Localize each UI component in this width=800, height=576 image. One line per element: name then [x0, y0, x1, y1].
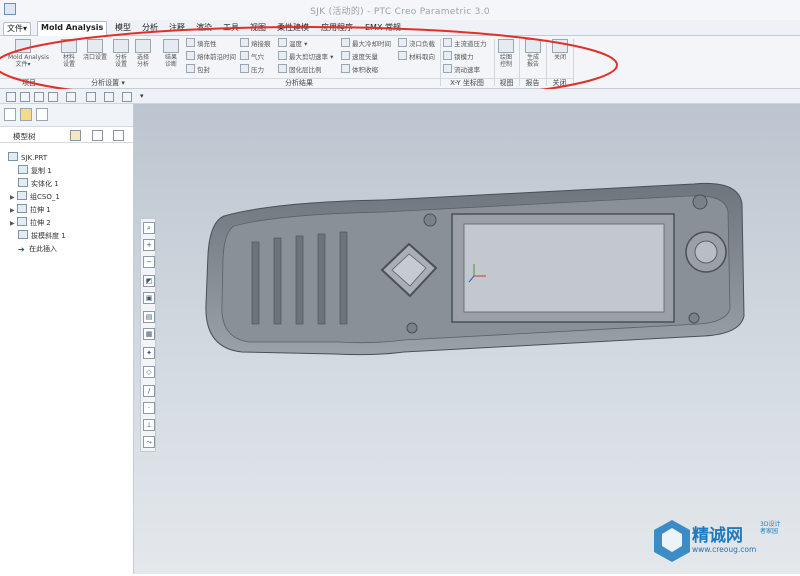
window-title: SJK (活动的) - PTC Creo Parametric 3.0 [310, 7, 490, 17]
tree-item-root[interactable]: SJK.PRT [8, 152, 47, 164]
model-tree-tab-icon[interactable] [4, 108, 16, 121]
view-toolbar: ⌕ + − ◩ ▣ ▤ ▦ ✦ ◇ / · ⊥ ⤳ [140, 218, 156, 452]
csys-display-icon[interactable]: ⊥ [143, 419, 155, 431]
regenerate-icon[interactable] [86, 92, 96, 102]
display-style-icon[interactable]: ▣ [143, 292, 155, 304]
save-icon[interactable] [34, 92, 44, 102]
expand-arrow-icon[interactable]: ▶ [10, 205, 17, 217]
redo-icon[interactable] [66, 92, 76, 102]
filter-icon[interactable] [113, 130, 124, 141]
spin-center-icon[interactable]: ⤳ [143, 436, 155, 448]
watermark-url: www.creoug.com [692, 545, 757, 554]
part-icon [8, 152, 18, 161]
expand-arrow-icon[interactable]: ▶ [10, 192, 17, 204]
repaint-icon[interactable]: ◩ [143, 275, 155, 287]
refit-icon[interactable]: ⌕ [143, 222, 155, 234]
part-model [205, 182, 745, 356]
window-opening [463, 223, 665, 313]
rib [295, 235, 304, 325]
perspective-icon[interactable]: ✦ [143, 347, 155, 359]
rib [273, 237, 282, 325]
customize-dropdown-icon[interactable]: ▾ [140, 92, 148, 100]
expand-arrow-icon[interactable]: ▶ [10, 218, 17, 230]
extrude-icon [17, 204, 27, 213]
tree-item-label: 组CSO_1 [30, 193, 60, 201]
watermark-brand: 精诚网 [692, 526, 743, 546]
windows-icon[interactable] [104, 92, 114, 102]
boss [688, 312, 700, 324]
extrude-icon [17, 217, 27, 226]
quick-access-toolbar: ▾ [0, 89, 800, 104]
tree-item-solidify[interactable]: 实体化 1 [18, 178, 59, 190]
rib [317, 233, 326, 325]
show-icon[interactable] [92, 130, 103, 141]
solidify-icon [18, 178, 28, 187]
boss [423, 213, 437, 227]
model-tree-title: 模型树 [13, 132, 36, 141]
undo-icon[interactable] [48, 92, 58, 102]
tree-item-extrude-2[interactable]: ▶ 拉伸 2 [10, 217, 51, 229]
graphics-viewport[interactable] [134, 104, 800, 574]
boss [692, 194, 708, 210]
tree-item-extrude-1[interactable]: ▶ 拉伸 1 [10, 204, 51, 216]
datum-axes-icon[interactable]: / [143, 385, 155, 397]
speaker-port-inner [694, 240, 718, 264]
saved-views-icon[interactable]: ▤ [143, 311, 155, 323]
insert-arrow-icon: ➜ [18, 245, 25, 254]
tree-item-label: 实体化 1 [31, 180, 59, 188]
settings-icon[interactable] [70, 130, 81, 141]
folder-browser-tab-icon[interactable] [20, 108, 32, 121]
tree-item-label: 拔模斜度 1 [31, 232, 66, 240]
boss [406, 322, 418, 334]
tree-item-label: SJK.PRT [21, 154, 48, 162]
zoom-in-icon[interactable]: + [143, 239, 155, 251]
tree-item-label: 复制 1 [31, 167, 52, 175]
copy-feature-icon [18, 165, 28, 174]
zoom-out-icon[interactable]: − [143, 256, 155, 268]
navigator-tabs [0, 104, 133, 127]
title-bar: SJK (活动的) - PTC Creo Parametric 3.0 [0, 0, 800, 20]
tree-item-copy[interactable]: 复制 1 [18, 165, 52, 177]
close-window-icon[interactable] [122, 92, 132, 102]
tree-item-insert-here[interactable]: ➜ 在此插入 [18, 243, 57, 255]
model-tree-header: 模型树 [0, 128, 133, 143]
datum-points-icon[interactable]: · [143, 402, 155, 414]
tree-item-label: 拉伸 1 [30, 206, 51, 214]
tree-item-label: 拉伸 2 [30, 219, 51, 227]
rib [339, 231, 348, 325]
tree-item-draft[interactable]: 拔模斜度 1 [18, 230, 66, 242]
view-manager-icon[interactable]: ▦ [143, 328, 155, 340]
section-icon[interactable]: ◇ [143, 366, 155, 378]
draft-icon [18, 230, 28, 239]
favorites-tab-icon[interactable] [36, 108, 48, 121]
rib [251, 241, 260, 325]
watermark-subtitle: 3D设计 者家园 [760, 521, 781, 535]
group-icon [17, 191, 27, 200]
new-icon[interactable] [6, 92, 16, 102]
model-tree-panel: 模型树 SJK.PRT 复制 1 实体化 1 ▶ 组CSO_1 ▶ 拉伸 1 ▶ 拉伸… [0, 104, 134, 574]
tree-item-group[interactable]: ▶ 组CSO_1 [10, 191, 60, 203]
open-icon[interactable] [20, 92, 30, 102]
tree-item-label: 在此插入 [29, 245, 57, 253]
